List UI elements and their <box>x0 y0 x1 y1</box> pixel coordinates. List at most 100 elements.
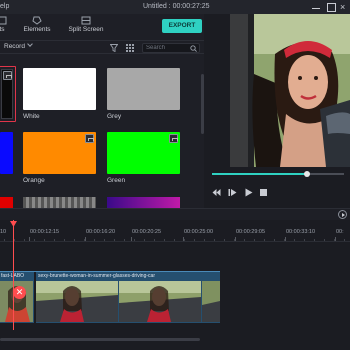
tab-media[interactable]: ts <box>0 16 10 33</box>
ruler-minor-tick <box>274 239 275 241</box>
grid-view-icon[interactable] <box>126 44 134 52</box>
ruler-minor-tick <box>204 239 205 241</box>
record-dropdown[interactable]: Record <box>4 41 33 50</box>
playback-scrub-handle[interactable] <box>304 171 311 177</box>
playback-progress-fill <box>212 173 308 175</box>
stop-icon[interactable] <box>259 188 268 197</box>
export-button[interactable]: EXPORT <box>162 19 202 33</box>
ruler-tick <box>285 237 286 241</box>
rewind-icon[interactable] <box>212 188 221 197</box>
filter-icon[interactable] <box>110 44 118 52</box>
playback-progress-bar[interactable] <box>212 171 344 177</box>
split-screen-icon <box>81 16 91 25</box>
maximize-button[interactable] <box>326 2 336 12</box>
ruler-tick <box>131 237 132 241</box>
ruler-minor-tick <box>214 239 215 241</box>
ruler-minor-tick <box>254 239 255 241</box>
ruler-minor-tick <box>94 239 95 241</box>
ruler-minor-tick <box>334 239 335 241</box>
ruler-minor-tick <box>284 239 285 241</box>
ruler-minor-tick <box>314 239 315 241</box>
ruler-tick <box>335 237 336 241</box>
swatch-label-grey: Grey <box>107 113 122 120</box>
color-swatch-white[interactable] <box>23 68 96 110</box>
ruler-minor-tick <box>174 239 175 241</box>
ruler-minor-tick <box>134 239 135 241</box>
search-input[interactable] <box>146 44 186 52</box>
ruler-tick <box>29 237 30 241</box>
elements-icon <box>32 16 42 25</box>
ruler-label: 10 <box>0 229 7 235</box>
tab-elements[interactable]: Elements <box>20 16 54 33</box>
ruler-minor-tick <box>184 239 185 241</box>
ruler-minor-tick <box>114 239 115 241</box>
window-title: Untitled : 00:00:27:25 <box>143 3 210 10</box>
timeline-scrollbar[interactable] <box>0 338 200 341</box>
clip-title: fast-LABO <box>1 273 33 279</box>
ruler-minor-tick <box>24 239 25 241</box>
swatch-label-white: White <box>23 113 40 120</box>
preview-video <box>230 14 350 167</box>
title-bar: elp Untitled : 00:00:27:25 × <box>0 0 350 14</box>
timeline-toolbar <box>0 208 350 220</box>
ruler-minor-tick <box>54 239 55 241</box>
color-swatch-grey[interactable] <box>107 68 180 110</box>
library-toolbar: Record <box>0 40 204 54</box>
preview-frame-image <box>230 14 350 167</box>
preview-panel <box>204 14 350 208</box>
playhead[interactable] <box>13 220 14 330</box>
chevron-down-icon <box>27 41 33 47</box>
ruler-minor-tick <box>64 239 65 241</box>
ruler-label: 00:00:25:00 <box>184 229 214 235</box>
ruler-minor-tick <box>324 239 325 241</box>
ruler-minor-tick <box>234 239 235 241</box>
menu-help[interactable]: elp <box>0 3 9 10</box>
swatch-partial-gradient[interactable] <box>107 197 180 208</box>
swatch-label-green: Green <box>107 177 126 184</box>
clip-thumbnail <box>202 281 220 322</box>
minimize-button[interactable] <box>311 2 321 12</box>
swatch-label-orange: Orange <box>23 177 45 184</box>
ruler-minor-tick <box>104 239 105 241</box>
ruler-minor-tick <box>124 239 125 241</box>
timeline-play-icon[interactable] <box>338 210 347 219</box>
ruler-minor-tick <box>164 239 165 241</box>
ruler-minor-tick <box>294 239 295 241</box>
ruler-label: 00:00:16:20 <box>86 229 116 235</box>
color-swatch-black[interactable] <box>0 66 16 122</box>
ruler-minor-tick <box>4 239 5 241</box>
library-tabs: ts Elements Split Screen EXPORT <box>0 14 204 40</box>
ruler-minor-tick <box>244 239 245 241</box>
ruler-minor-tick <box>224 239 225 241</box>
clip-title: sexy-brunette-woman-in-summer-glasses-dr… <box>38 273 155 279</box>
search-icon[interactable] <box>190 45 197 52</box>
tab-media-label: ts <box>0 26 5 33</box>
swatch-partial-red[interactable] <box>0 197 13 208</box>
ruler-minor-tick <box>304 239 305 241</box>
split-marker-icon[interactable]: ✕ <box>13 286 26 299</box>
ruler-tick <box>235 237 236 241</box>
close-button[interactable]: × <box>340 2 350 12</box>
timeline-ruler[interactable]: 10 00:00:12:15 00:00:16:20 00:00:20:25 0… <box>0 220 350 242</box>
ruler-label: 00:00:33:10 <box>286 229 316 235</box>
video-clip[interactable]: fast-LABO sexy-brunette-woman-in-summer-… <box>0 271 220 324</box>
ruler-minor-tick <box>264 239 265 241</box>
swatch-partial-checker[interactable] <box>23 197 96 208</box>
play-step-icon[interactable] <box>228 188 237 197</box>
ruler-minor-tick <box>144 239 145 241</box>
tab-split-screen-label: Split Screen <box>68 26 104 33</box>
tab-elements-label: Elements <box>23 26 51 33</box>
search-box <box>142 43 200 53</box>
ruler-minor-tick <box>44 239 45 241</box>
ruler-minor-tick <box>154 239 155 241</box>
play-icon[interactable] <box>244 188 253 197</box>
color-swatch-green[interactable] <box>107 132 180 174</box>
tab-split-screen[interactable]: Split Screen <box>64 16 108 33</box>
ruler-minor-tick <box>194 239 195 241</box>
ruler-minor-tick <box>14 239 15 241</box>
color-swatch-orange[interactable] <box>23 132 96 174</box>
ruler-label: 00:00:20:25 <box>132 229 162 235</box>
clip-thumbnail <box>119 281 201 322</box>
ruler-minor-tick <box>34 239 35 241</box>
color-swatch-blue[interactable] <box>0 132 13 174</box>
